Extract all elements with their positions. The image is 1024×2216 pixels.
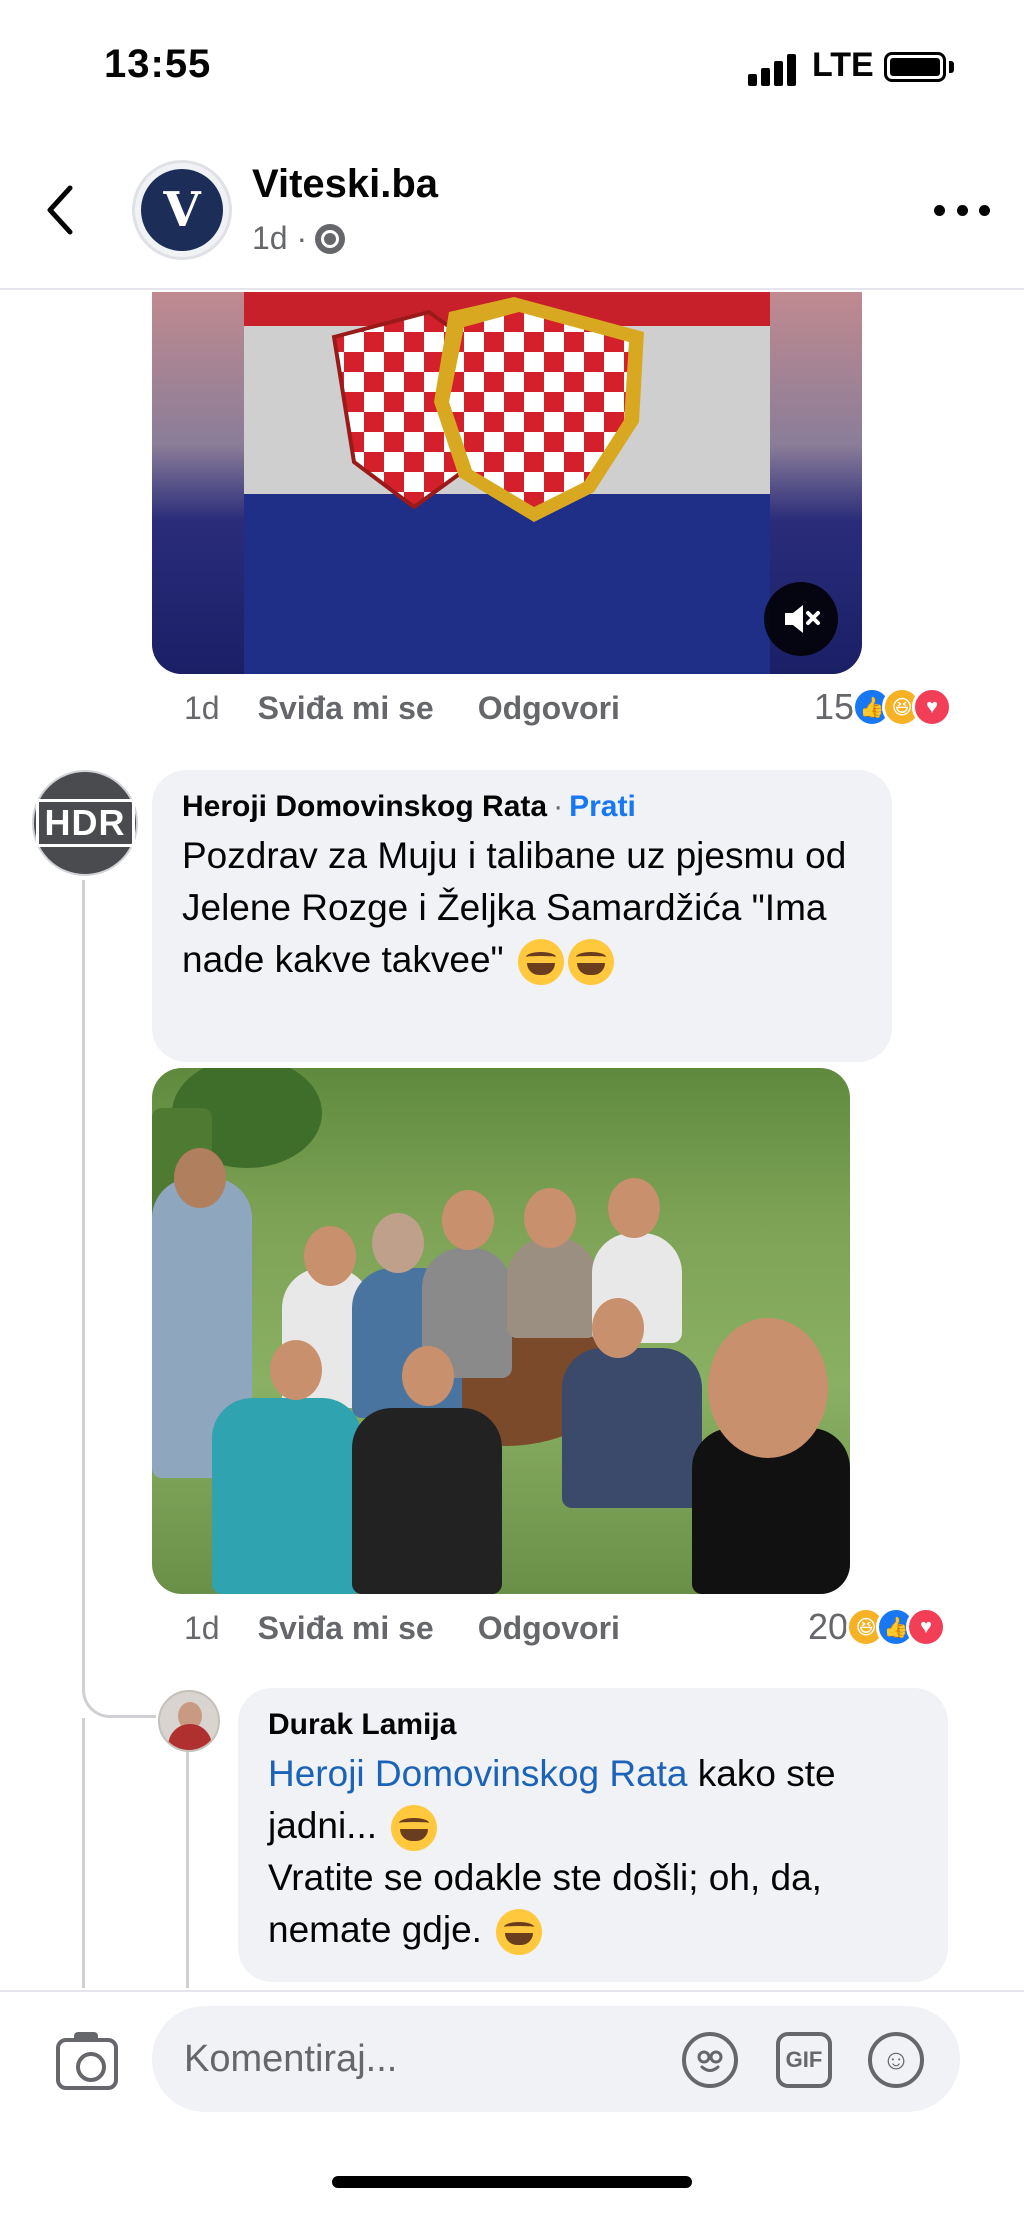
- comment-author-line: Heroji Domovinskog Rata · Prati: [182, 790, 862, 824]
- status-bar: 13:55 LTE: [0, 0, 1024, 140]
- battery-icon: [884, 52, 946, 82]
- comment-input[interactable]: Komentiraj...: [152, 2006, 960, 2112]
- video-attachment[interactable]: [152, 292, 862, 674]
- rofl-emoji-icon: [567, 939, 614, 986]
- gif-icon[interactable]: GIF: [776, 2032, 832, 2088]
- thread-connector: [82, 1670, 156, 1718]
- commenter-avatar[interactable]: HDR: [32, 770, 138, 876]
- like-button[interactable]: Sviđa mi se: [258, 690, 434, 727]
- hdr-logo: HDR: [35, 799, 135, 847]
- reply-author[interactable]: Durak Lamija: [268, 1708, 456, 1742]
- mute-button[interactable]: [764, 582, 838, 656]
- reply-text-line2: Vratite se odakle ste došli; oh, da, nem…: [268, 1857, 822, 1950]
- post-header: V Viteski.ba 1d ·: [0, 140, 1024, 290]
- video-post-actions: 1d Sviđa mi se Odgovori: [184, 686, 620, 730]
- reply-author-line: Durak Lamija: [268, 1708, 918, 1742]
- reply-button[interactable]: Odgovori: [478, 1610, 620, 1647]
- globe-icon: [315, 223, 346, 254]
- page-avatar-logo: V: [141, 169, 223, 251]
- comment-text: Pozdrav za Muju i talibane uz pjesmu od …: [182, 830, 862, 986]
- love-reaction-icon: ♥: [912, 687, 953, 727]
- love-reaction-icon: ♥: [906, 1607, 947, 1647]
- reaction-summary[interactable]: 15 👍 😆 ♥: [814, 684, 953, 730]
- rofl-emoji-icon: [517, 939, 564, 986]
- reply-thread-line: [186, 1744, 189, 1988]
- reaction-summary[interactable]: 20 😆 👍 ♥: [808, 1604, 947, 1650]
- video-blur-left: [152, 292, 244, 674]
- separator-dot: ·: [553, 790, 564, 823]
- like-button[interactable]: Sviđa mi se: [258, 1610, 434, 1647]
- reply-text: Heroji Domovinskog Rata kako ste jadni..…: [268, 1748, 918, 1956]
- comment-photo[interactable]: [152, 1068, 850, 1594]
- home-indicator[interactable]: [332, 2176, 692, 2188]
- sticker-face-icon: [697, 2050, 723, 2072]
- reaction-count: 15: [814, 686, 855, 727]
- reply-author-avatar[interactable]: [158, 1690, 220, 1752]
- battery-tip: [949, 61, 954, 73]
- post-meta: 1d ·: [252, 220, 346, 257]
- back-button[interactable]: [40, 180, 80, 240]
- page-name[interactable]: Viteski.ba: [252, 162, 438, 207]
- comment-actions: 1d Sviđa mi se Odgovori: [184, 1606, 620, 1650]
- post-time: 1d ·: [252, 220, 308, 256]
- coat-of-arms-graphic: [331, 297, 644, 522]
- follow-button[interactable]: Prati: [569, 790, 636, 824]
- thread-line: [82, 880, 85, 1670]
- rofl-emoji-icon: [391, 1805, 438, 1852]
- reply-button[interactable]: Odgovori: [478, 690, 620, 727]
- camera-icon[interactable]: [56, 2032, 118, 2090]
- avatar-sticker-icon[interactable]: [682, 2032, 738, 2088]
- post-time: 1d: [184, 689, 220, 726]
- thread-line: [82, 1718, 85, 1988]
- dot-icon: [934, 204, 945, 216]
- comment-bubble[interactable]: Heroji Domovinskog Rata · Prati Pozdrav …: [152, 770, 892, 1062]
- status-time: 13:55: [104, 42, 212, 86]
- signal-icon: [748, 54, 800, 86]
- mention-link[interactable]: Heroji Domovinskog Rata: [268, 1753, 688, 1794]
- network-label: LTE: [812, 46, 874, 84]
- reaction-count: 20: [808, 1606, 849, 1647]
- emoji-icon[interactable]: ☺: [868, 2032, 924, 2088]
- more-options-button[interactable]: [934, 200, 990, 220]
- speaker-muted-icon: [785, 605, 820, 633]
- page-avatar[interactable]: V: [132, 160, 232, 260]
- dot-icon: [956, 204, 968, 216]
- comment-text-body: Pozdrav za Muju i talibane uz pjesmu od …: [182, 835, 847, 980]
- chevron-left-icon: [47, 185, 73, 235]
- comment-author[interactable]: Heroji Domovinskog Rata: [182, 790, 547, 824]
- reply-bubble[interactable]: Durak Lamija Heroji Domovinskog Rata kak…: [238, 1688, 948, 1982]
- comment-time: 1d: [184, 1609, 220, 1646]
- flag-image: [244, 292, 770, 674]
- rofl-emoji-icon: [496, 1909, 543, 1956]
- dot-icon: [979, 204, 990, 216]
